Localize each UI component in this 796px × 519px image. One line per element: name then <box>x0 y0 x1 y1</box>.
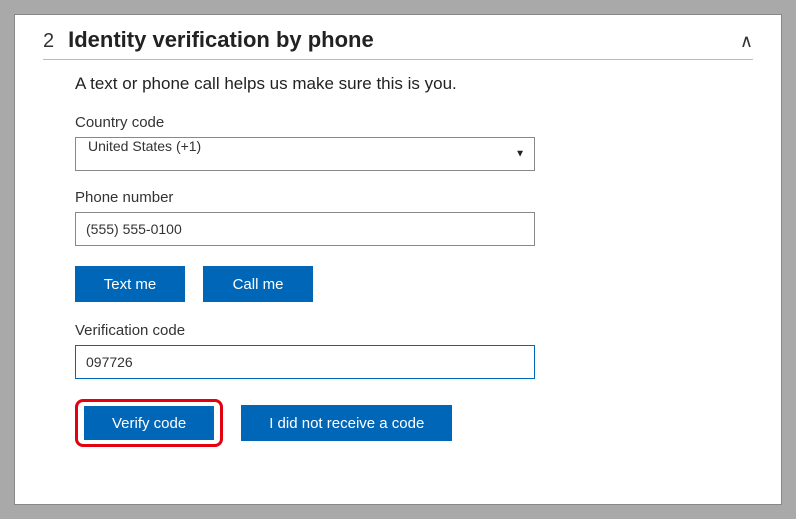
verification-code-input[interactable] <box>75 345 535 379</box>
section-description: A text or phone call helps us make sure … <box>75 74 753 94</box>
step-number: 2 <box>43 30 54 53</box>
verify-code-highlight: Verify code <box>75 399 223 447</box>
identity-verification-panel: 2 Identity verification by phone ∧ A tex… <box>14 14 782 505</box>
chevron-up-icon[interactable]: ∧ <box>740 31 753 52</box>
phone-number-label: Phone number <box>75 189 753 206</box>
country-code-label: Country code <box>75 114 753 131</box>
country-code-select[interactable]: United States (+1) <box>75 137 535 171</box>
send-code-button-row: Text me Call me <box>75 266 753 302</box>
country-code-select-wrap: United States (+1) ▼ <box>75 137 535 171</box>
call-me-button[interactable]: Call me <box>203 266 313 302</box>
verification-code-label: Verification code <box>75 322 753 339</box>
section-content: A text or phone call helps us make sure … <box>43 74 753 447</box>
no-code-button[interactable]: I did not receive a code <box>241 405 452 441</box>
header-left: 2 Identity verification by phone <box>43 27 374 53</box>
section-title: Identity verification by phone <box>68 27 374 53</box>
phone-number-input[interactable] <box>75 212 535 246</box>
verify-button-row: Verify code I did not receive a code <box>75 399 753 447</box>
verify-code-button[interactable]: Verify code <box>84 406 214 440</box>
section-header: 2 Identity verification by phone ∧ <box>43 27 753 60</box>
text-me-button[interactable]: Text me <box>75 266 185 302</box>
